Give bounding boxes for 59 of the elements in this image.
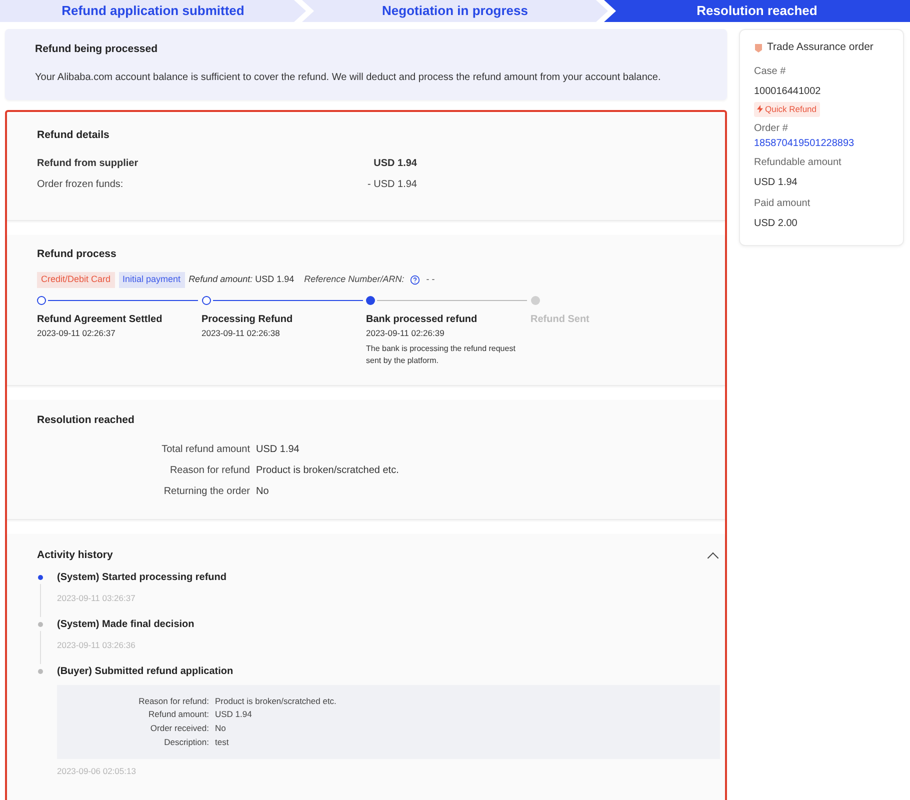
notice-title: Refund being processed [35,42,159,57]
step-time: 2023-09-11 02:26:39 [366,326,446,340]
paid-label: Paid amount [754,197,812,212]
resolution-value: Product is broken/scratched etc. [256,464,399,478]
activity-time: 2023-09-11 03:26:37 [57,592,136,605]
payment-tag: Initial payment [118,272,185,288]
notice-text: Your Alibaba.com account balance is sufficient to cover the refund. We will deduct and process the refund amount from your account balance. [35,70,662,85]
details-value: test [215,736,229,748]
resolution-value: USD 1.94 [256,443,300,458]
section-title: Refund details [37,128,110,143]
details-value: No [215,722,226,735]
resolution-label: Returning the order [162,485,250,500]
detail-label: Refund from supplier [37,156,140,170]
quick-refund-badge: Quick Refund [754,102,820,116]
reference-label: Reference Number/ARN: [304,273,404,286]
details-label: Description: [163,736,209,748]
order-number-link[interactable]: 185870419501228893 [754,136,889,152]
section-title: Refund process [37,246,118,262]
shield-icon [754,42,763,53]
activity-time: 2023-09-11 03:26:36 [57,638,136,652]
detail-value: USD 1.94 [372,156,417,170]
details-value: Product is broken/scratched etc. [215,694,336,708]
step-title: Refund Sent [530,312,590,327]
card-title: Trade Assurance order [767,40,874,55]
resolution-value: No [256,485,269,500]
step-title: Processing Refund [202,312,294,327]
details-label: Reason for refund: [138,694,209,708]
step-time: 2023-09-11 02:26:37 [37,326,116,340]
lightning-icon [757,105,763,114]
activity-title: (System) Started processing refund [57,571,228,585]
step-note: The bank is processing the refund request sent by the platform. [366,342,516,366]
case-number: 100016441002 [754,84,822,99]
activity-title: (System) Made final decision [57,618,196,632]
help-icon[interactable] [410,275,420,285]
activity-time: 2023-09-06 02:05:13 [57,764,137,778]
section-title: Resolution reached [37,412,136,428]
details-label: Order received: [149,722,209,735]
details-label: Refund amount: [148,708,209,721]
refundable-amount: USD 1.94 [754,176,798,190]
section-title: Activity history [37,548,113,564]
case-label: Case # [754,64,787,79]
detail-label: Order frozen funds: [37,178,124,192]
progress-step: Refund application submitted [0,0,306,22]
details-value: USD 1.94 [215,708,252,721]
progress-step: Resolution reached [604,0,910,22]
order-label: Order # [754,122,789,136]
resolution-label: Reason for refund [168,464,250,478]
reference-value: - - [426,273,435,286]
detail-value: - USD 1.94 [366,178,417,192]
step-title: Bank processed refund [366,312,478,327]
resolution-label: Total refund amount [160,443,250,458]
step-title: Refund Agreement Settled [37,312,164,327]
refund-amount-text: Refund amount: USD 1.94 [188,273,294,286]
paid-amount: USD 2.00 [754,217,798,232]
refundable-label: Refundable amount [754,156,842,170]
activity-title: (Buyer) Submitted refund application [57,664,234,678]
progress-step: Negotiation in progress [302,0,608,22]
step-time: 2023-09-11 02:26:38 [202,326,281,340]
payment-tag: Credit/Debit Card [37,272,115,288]
